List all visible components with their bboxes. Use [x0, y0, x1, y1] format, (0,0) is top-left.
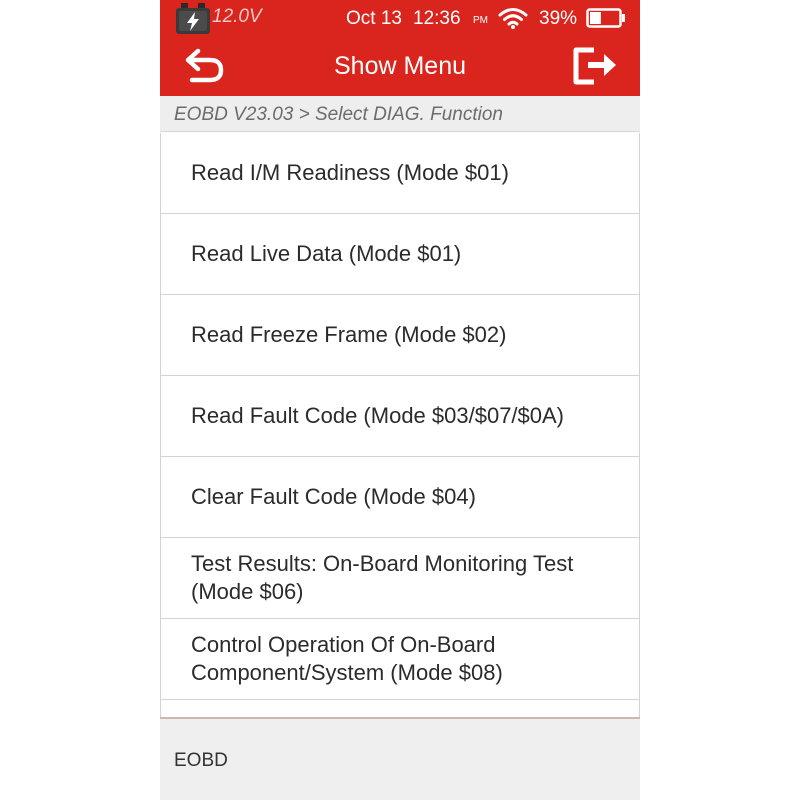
menu-item-label: Read Fault Code (Mode $03/$07/$0A)	[191, 403, 565, 428]
footer-label: EOBD	[174, 750, 228, 771]
menu-item-label: Control Operation Of On-Board Component/…	[191, 632, 503, 685]
menu-item-label: Read Live Data (Mode $01)	[191, 241, 462, 266]
menu-item-clear-fault-code[interactable]: Clear Fault Code (Mode $04)	[160, 457, 640, 538]
footer-bar: EOBD	[160, 719, 640, 800]
exit-button[interactable]	[572, 44, 622, 86]
menu-item-freeze-frame[interactable]: Read Freeze Frame (Mode $02)	[160, 295, 640, 376]
status-ampm: PM	[473, 15, 488, 26]
header: 12.0V Oct 13 12:36 PM 39% Show Menu	[160, 0, 640, 96]
menu-item-im-readiness[interactable]: Read I/M Readiness (Mode $01)	[160, 133, 640, 214]
menu-item-label: Read I/M Readiness (Mode $01)	[191, 160, 509, 185]
car-battery-icon	[174, 1, 212, 35]
voltage-readout: 12.0V	[212, 6, 262, 27]
status-time: 12:36	[413, 8, 461, 29]
diag-function-list: Read I/M Readiness (Mode $01) Read Live …	[160, 133, 640, 717]
battery-percent: 39%	[539, 8, 578, 29]
breadcrumb-text: EOBD V23.03 > Select DIAG. Function	[174, 104, 503, 125]
menu-item-read-fault-code[interactable]: Read Fault Code (Mode $03/$07/$0A)	[160, 376, 640, 457]
menu-item-live-data[interactable]: Read Live Data (Mode $01)	[160, 214, 640, 295]
menu-item-partial[interactable]	[160, 700, 640, 717]
exit-icon	[573, 47, 616, 85]
title-bar: Show Menu	[160, 36, 640, 96]
menu-item-label: Read Freeze Frame (Mode $02)	[191, 322, 507, 347]
menu-item-label: Clear Fault Code (Mode $04)	[191, 484, 476, 509]
menu-item-label: Test Results: On-Board Monitoring Test (…	[191, 551, 574, 604]
menu-item-control-operation[interactable]: Control Operation Of On-Board Component/…	[160, 619, 640, 700]
battery-fill	[590, 12, 601, 24]
page-title: Show Menu	[333, 52, 467, 80]
battery-icon	[586, 7, 626, 29]
status-bar: 12.0V Oct 13 12:36 PM 39%	[160, 0, 640, 36]
status-date: Oct 13	[346, 8, 402, 29]
menu-item-test-results[interactable]: Test Results: On-Board Monitoring Test (…	[160, 538, 640, 619]
wifi-icon	[498, 7, 528, 29]
app-screen: 12.0V Oct 13 12:36 PM 39% Show Menu EOBD…	[160, 0, 640, 800]
breadcrumb: EOBD V23.03 > Select DIAG. Function	[160, 96, 640, 132]
